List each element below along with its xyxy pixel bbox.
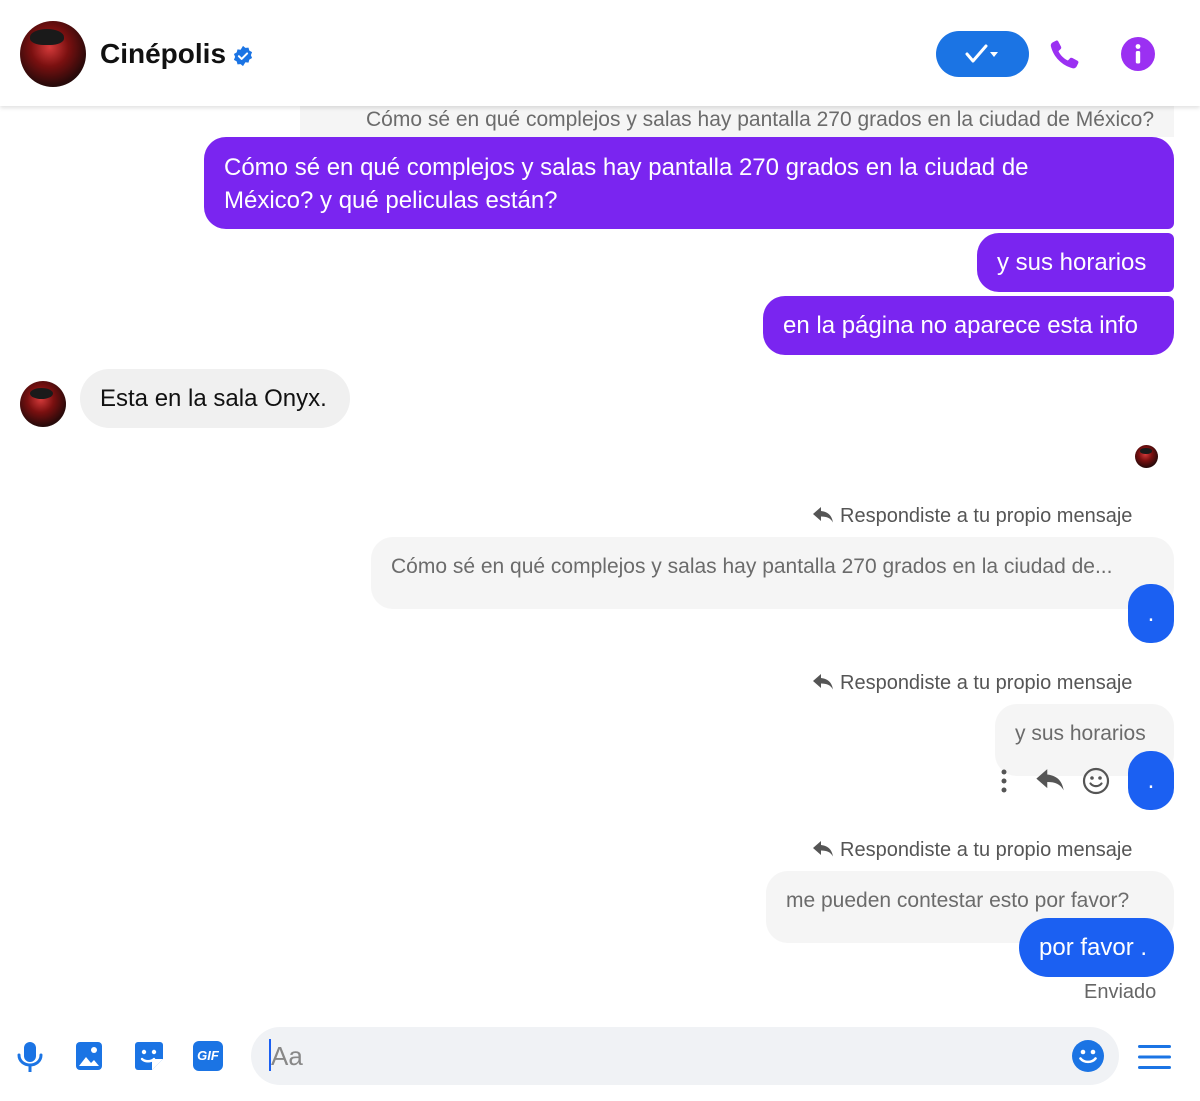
microphone-icon[interactable] [16, 1040, 44, 1074]
quoted-text: Cómo sé en qué complejos y salas hay pan… [366, 108, 1154, 131]
check-dropdown-icon [965, 44, 998, 63]
message-text: Esta en la sala Onyx. [100, 385, 327, 412]
outgoing-reply-message[interactable]: . [1128, 751, 1174, 810]
outgoing-message[interactable]: en la página no aparece esta info [763, 296, 1174, 355]
incoming-message[interactable]: Esta en la sala Onyx. [80, 369, 350, 428]
image-icon[interactable] [75, 1040, 103, 1072]
message-text: y sus horarios [997, 249, 1147, 276]
outgoing-message[interactable]: y sus horarios [977, 233, 1174, 292]
message-input[interactable]: Aa [251, 1027, 1119, 1085]
verified-badge-icon [233, 45, 253, 67]
info-icon[interactable] [1121, 37, 1155, 71]
reply-icon [813, 507, 833, 523]
message-text: por favor . [1039, 934, 1148, 961]
message-text: en la página no aparece esta info [783, 312, 1138, 339]
contact-name[interactable]: Cinépolis [100, 38, 226, 70]
outgoing-reply-message[interactable]: por favor . [1019, 918, 1174, 977]
quoted-text: y sus horarios [1015, 722, 1146, 745]
react-emoji-icon[interactable] [1082, 767, 1110, 795]
chat-header: Cinépolis [0, 0, 1200, 106]
more-options-icon[interactable] [994, 768, 1014, 794]
sticker-icon[interactable] [133, 1040, 165, 1072]
quoted-text: Cómo sé en qué complejos y salas hay pan… [391, 555, 1113, 578]
delivery-status: Enviado [1084, 981, 1157, 1003]
menu-icon[interactable] [1137, 1043, 1172, 1071]
reply-icon[interactable] [1035, 766, 1065, 794]
reply-icon [813, 674, 833, 690]
reply-icon [813, 841, 833, 857]
quoted-text: me pueden contestar esto por favor? [786, 889, 1130, 912]
message-text-line: México? y qué peliculas están? [224, 187, 558, 214]
contact-avatar-small[interactable] [20, 381, 66, 427]
gif-icon[interactable]: GIF [193, 1041, 223, 1071]
quoted-message[interactable]: Cómo sé en qué complejos y salas hay pan… [371, 537, 1174, 609]
message-text: . [1147, 767, 1155, 794]
emoji-icon[interactable] [1071, 1039, 1105, 1073]
reply-label: Respondiste a tu propio mensaje [812, 839, 1132, 862]
message-text: . [1147, 600, 1155, 627]
outgoing-message[interactable]: Cómo sé en qué complejos y salas hay pan… [204, 137, 1174, 229]
read-receipt-avatar [1135, 445, 1158, 468]
reply-label: Respondiste a tu propio mensaje [812, 505, 1132, 528]
phone-icon[interactable] [1046, 37, 1082, 73]
contact-avatar[interactable] [20, 21, 86, 87]
message-input-placeholder: Aa [271, 1041, 303, 1071]
reply-label: Respondiste a tu propio mensaje [812, 672, 1132, 695]
message-text-line: Cómo sé en qué complejos y salas hay pan… [224, 154, 1029, 181]
status-dropdown-button[interactable] [936, 31, 1029, 77]
outgoing-reply-message[interactable]: . [1128, 584, 1174, 643]
